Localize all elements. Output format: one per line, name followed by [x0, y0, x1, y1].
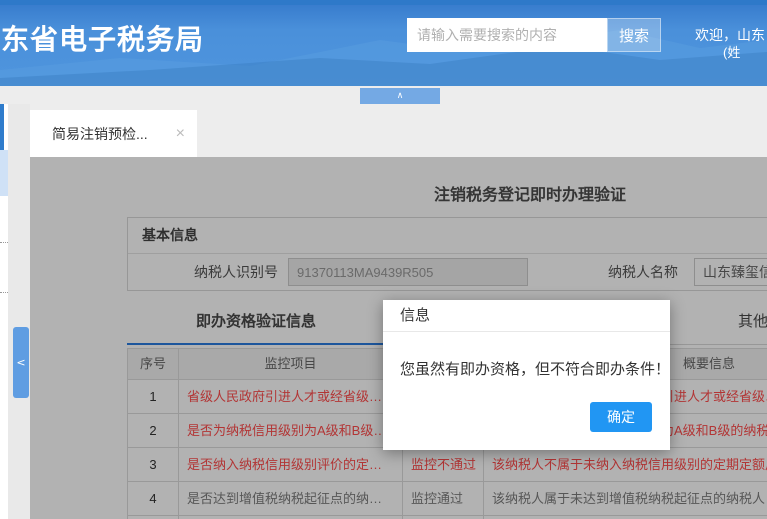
rail-divider — [0, 242, 8, 243]
tab-strip: ∧ 简易注销预检... × — [0, 86, 767, 157]
left-rail — [0, 104, 8, 519]
rail-active-indicator — [0, 104, 4, 150]
rail-highlight — [0, 150, 8, 196]
welcome-line-2: (姓 — [723, 45, 741, 60]
sidebar-gutter: < — [8, 104, 30, 519]
chevron-left-icon: < — [16, 356, 26, 369]
site-title-clip: 山东省电子税务局 — [0, 18, 215, 60]
rail-divider — [0, 292, 8, 293]
close-icon[interactable]: × — [176, 125, 185, 142]
search-input[interactable] — [407, 18, 607, 52]
tab-simple-deregistration[interactable]: 简易注销预检... × — [30, 110, 197, 157]
site-title: 山东省电子税务局 — [0, 24, 205, 55]
chevron-up-icon: ∧ — [396, 91, 404, 101]
collapse-sidebar-button[interactable]: < — [13, 327, 29, 398]
search-button[interactable]: 搜索 — [607, 18, 661, 52]
welcome-line-1: 欢迎，山东 — [695, 27, 765, 43]
app-header: 山东省电子税务局 搜索 欢迎，山东 (姓 — [0, 0, 767, 86]
header-search: 搜索 — [407, 18, 661, 52]
dialog-message: 您虽然有即办资格，但不符合即办条件！ — [400, 361, 671, 378]
dialog-title: 信息 — [383, 300, 670, 332]
tab-label: 简易注销预检... — [52, 125, 148, 142]
info-dialog: 信息 您虽然有即办资格，但不符合即办条件！ 确定 — [383, 300, 670, 450]
collapse-header-button[interactable]: ∧ — [360, 88, 440, 104]
welcome-text: 欢迎，山东 (姓 — [695, 26, 767, 62]
confirm-button[interactable]: 确定 — [590, 402, 652, 432]
